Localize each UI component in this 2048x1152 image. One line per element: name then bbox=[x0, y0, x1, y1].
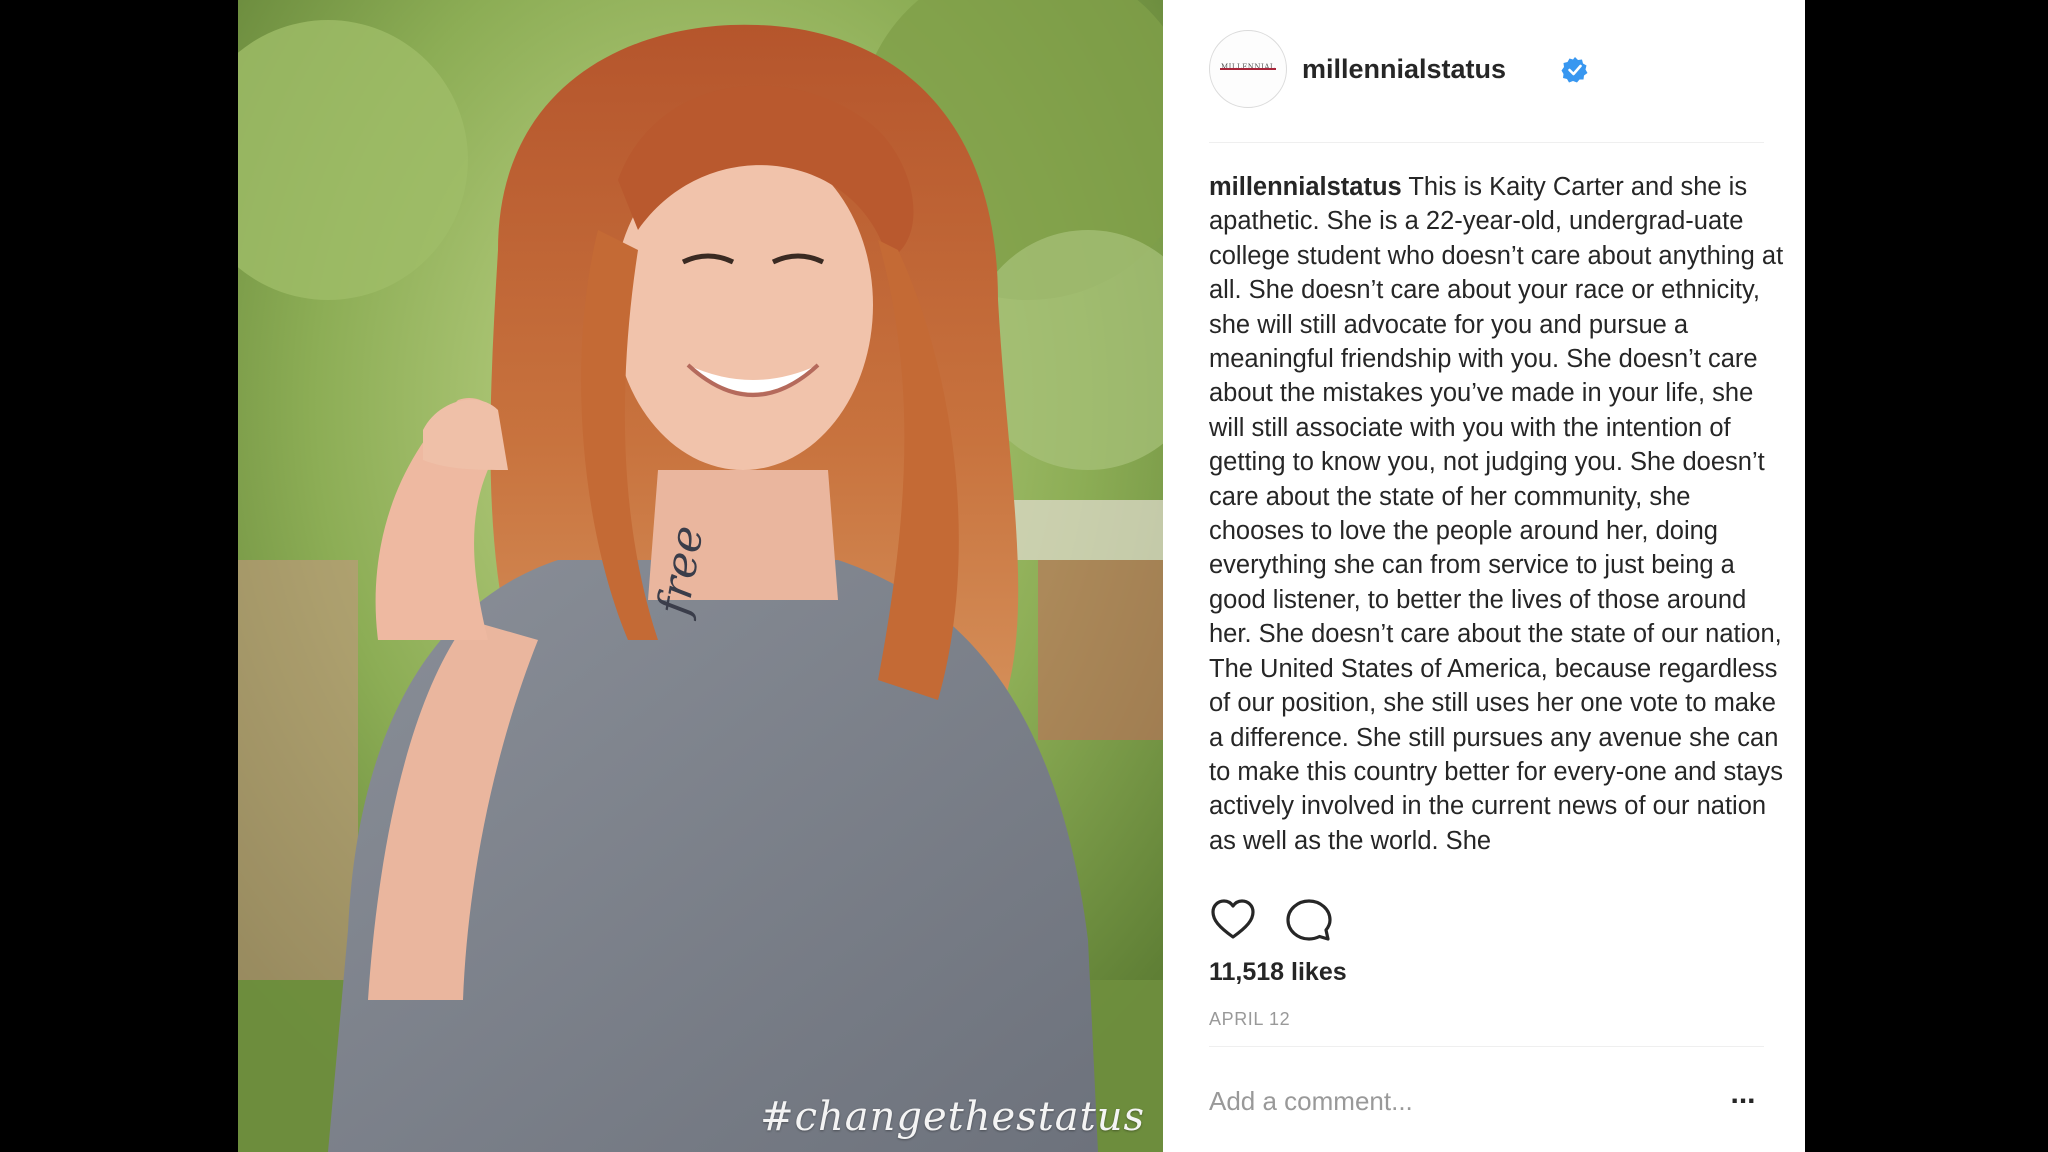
post-header: MILLENNIAL millennialstatus bbox=[1209, 30, 1764, 143]
post-actions bbox=[1209, 896, 1409, 944]
avatar-logo-strike bbox=[1220, 68, 1276, 70]
more-options-icon[interactable]: ... bbox=[1725, 1079, 1761, 1118]
caption-text: This is Kaity Carter and she is apatheti… bbox=[1209, 173, 1784, 855]
post-photo[interactable]: free #changethestatus bbox=[238, 0, 1163, 1152]
heart-icon[interactable] bbox=[1209, 896, 1257, 944]
caption-username[interactable]: millennialstatus bbox=[1209, 173, 1402, 201]
post-caption: millennialstatus This is Kaity Carter an… bbox=[1209, 170, 1789, 875]
avatar[interactable]: MILLENNIAL bbox=[1209, 30, 1287, 108]
post-date[interactable]: APRIL 12 bbox=[1209, 1009, 1290, 1030]
likes-count[interactable]: 11,518 likes bbox=[1209, 958, 1347, 987]
comment-icon[interactable] bbox=[1285, 896, 1333, 944]
header-username[interactable]: millennialstatus bbox=[1302, 54, 1506, 85]
photo-hashtag: #changethestatus bbox=[760, 1094, 1145, 1140]
post-details-panel: MILLENNIAL millennialstatus millennialst… bbox=[1163, 0, 1805, 1152]
stage: free #changethestatus MILLENNIAL millenn… bbox=[0, 0, 2048, 1152]
comment-input[interactable] bbox=[1207, 1080, 1681, 1122]
divider bbox=[1209, 1046, 1764, 1047]
verified-badge-icon bbox=[1561, 57, 1588, 83]
